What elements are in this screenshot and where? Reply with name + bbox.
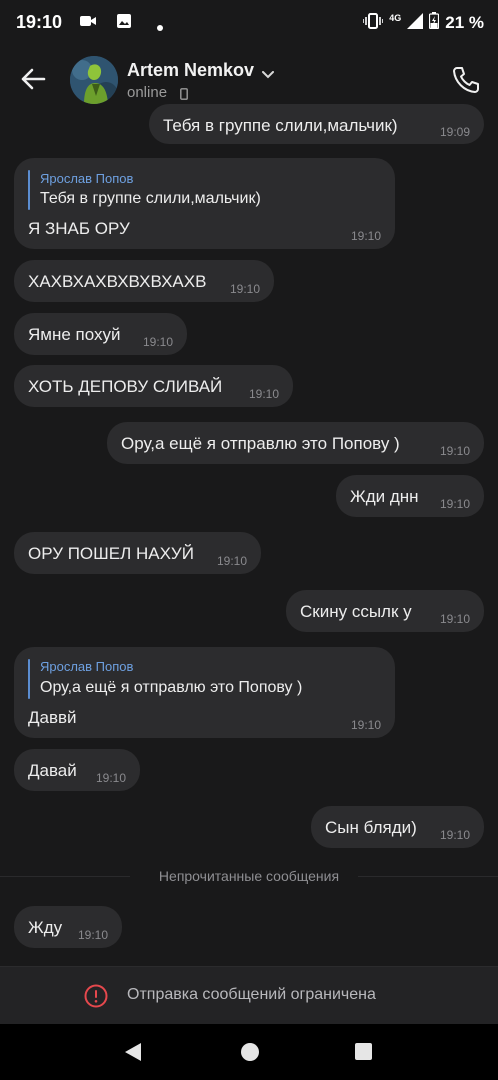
message-time: 19:10 <box>350 718 381 732</box>
unread-divider-label: Непрочитанные сообщения <box>158 868 340 884</box>
back-button[interactable] <box>18 64 48 94</box>
message-bubble-incoming[interactable]: Ямне похуй 19:10 <box>14 313 187 355</box>
nav-back-icon[interactable] <box>124 1042 142 1067</box>
message-time: 19:10 <box>216 554 247 568</box>
message-list[interactable]: Тебя в группе слили,мальчик) 19:09 Яросл… <box>0 100 498 966</box>
restricted-notice-bar: Отправка сообщений ограничена <box>0 966 498 1024</box>
message-time: 19:10 <box>439 444 470 458</box>
battery-icon <box>429 12 440 34</box>
image-icon <box>117 14 131 33</box>
signal-icon <box>407 12 424 34</box>
message-text: Жду <box>28 918 63 937</box>
message-time: 19:10 <box>77 928 108 942</box>
message-bubble-incoming[interactable]: Ярослав Попов Ору,а ещё я отправлю это П… <box>14 647 395 738</box>
message-text: ОРУ ПОШЕЛ НАХУЙ <box>28 544 194 563</box>
vibrate-icon <box>362 12 385 34</box>
reply-accent-bar <box>28 659 30 699</box>
network-type-label: 4G <box>389 13 402 23</box>
arrow-left-icon <box>21 68 46 90</box>
message-time: 19:10 <box>248 387 279 401</box>
restricted-notice-text: Отправка сообщений ограничена <box>127 986 376 1003</box>
reply-quote-text: Тебя в группе слили,мальчик) <box>40 190 261 207</box>
status-right-group: 4G 21 % <box>362 12 484 34</box>
message-time: 19:10 <box>439 497 470 511</box>
message-text: ХАХВХАХВХВХВХАХВ <box>28 272 207 291</box>
message-text: Я ЗНАБ ОРУ <box>28 219 130 238</box>
status-time: 19:10 <box>16 12 63 32</box>
message-text: ХОТЬ ДЕПОВУ СЛИВАЙ <box>28 377 223 396</box>
reply-accent-bar <box>28 170 30 210</box>
message-text: Сын бляди) <box>325 818 417 837</box>
reply-quote-text: Ору,а ещё я отправлю это Попову ) <box>40 679 303 696</box>
dot-indicator-icon <box>157 18 163 36</box>
message-text: Даввй <box>28 708 77 727</box>
contact-status: online <box>127 84 168 101</box>
message-bubble-incoming[interactable]: Ярослав Попов Тебя в группе слили,мальчи… <box>14 158 395 249</box>
message-bubble-incoming[interactable]: ХАХВХАХВХВХВХАХВ 19:10 <box>14 260 274 302</box>
message-bubble-incoming[interactable]: Жду 19:10 <box>14 906 122 948</box>
unread-divider: Непрочитанные сообщения <box>0 866 498 888</box>
message-bubble-outgoing[interactable]: Жди днн 19:10 <box>336 475 484 517</box>
system-nav-bar <box>0 1024 498 1080</box>
message-text: Тебя в группе слили,мальчик) <box>163 116 398 135</box>
message-text: Жди днн <box>350 487 419 506</box>
status-bar: 19:10 4G 21 % <box>0 0 498 46</box>
message-time: 19:10 <box>439 828 470 842</box>
chevron-down-icon[interactable] <box>262 66 274 84</box>
message-bubble-outgoing[interactable]: Тебя в группе слили,мальчик) 19:09 <box>149 104 484 144</box>
message-bubble-incoming[interactable]: Давай 19:10 <box>14 749 140 791</box>
message-time: 19:10 <box>95 771 126 785</box>
avatar[interactable] <box>70 56 118 104</box>
video-camera-icon <box>80 14 96 33</box>
message-time: 19:10 <box>229 282 260 296</box>
message-time: 19:10 <box>439 612 470 626</box>
contact-name[interactable]: Artem Nemkov <box>127 60 254 81</box>
nav-home-icon[interactable] <box>241 1043 259 1061</box>
phone-icon <box>453 67 479 93</box>
nav-recents-icon[interactable] <box>355 1043 372 1060</box>
reply-author: Ярослав Попов <box>40 659 134 674</box>
message-bubble-incoming[interactable]: ОРУ ПОШЕЛ НАХУЙ 19:10 <box>14 532 261 574</box>
message-bubble-outgoing[interactable]: Ору,а ещё я отправлю это Попову ) 19:10 <box>107 422 484 464</box>
reply-author: Ярослав Попов <box>40 171 134 186</box>
message-time: 19:10 <box>142 335 173 349</box>
exclamation-circle-icon <box>84 984 108 1008</box>
message-bubble-incoming[interactable]: ХОТЬ ДЕПОВУ СЛИВАЙ 19:10 <box>14 365 293 407</box>
message-text: Ору,а ещё я отправлю это Попову ) <box>121 434 400 453</box>
battery-percent: 21 % <box>445 13 484 32</box>
message-bubble-outgoing[interactable]: Сын бляди) 19:10 <box>311 806 484 848</box>
message-text: Скину ссылк у <box>300 602 412 621</box>
message-time: 19:10 <box>350 229 381 243</box>
message-time: 19:09 <box>439 125 470 139</box>
message-bubble-outgoing[interactable]: Скину ссылк у 19:10 <box>286 590 484 632</box>
message-text: Давай <box>28 761 77 780</box>
message-text: Ямне похуй <box>28 325 121 344</box>
call-button[interactable] <box>450 64 482 96</box>
